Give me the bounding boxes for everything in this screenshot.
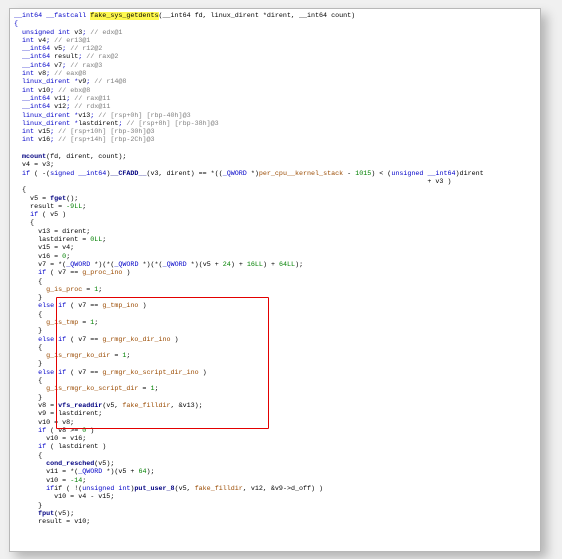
kw: signed __int64 bbox=[50, 170, 106, 178]
txt: *)(*( bbox=[90, 261, 114, 269]
kw: _QWORD bbox=[66, 261, 90, 269]
txt: + v3 ) bbox=[14, 178, 451, 186]
txt: ) < ( bbox=[371, 170, 391, 178]
txt: ) + bbox=[231, 261, 247, 269]
num: 64LL bbox=[279, 261, 295, 269]
txt: ( -( bbox=[30, 170, 50, 178]
kw: _QWORD bbox=[223, 170, 247, 178]
glob: per_cpu__kernel_stack bbox=[259, 170, 343, 178]
txt: (v3, dirent) == *(( bbox=[146, 170, 222, 178]
txt: v8 = bbox=[38, 402, 58, 410]
fn: __CFADD__ bbox=[110, 170, 146, 178]
txt: ) + bbox=[263, 261, 279, 269]
page-root: __int64 __fastcall fake_sys_getdents(__i… bbox=[0, 0, 562, 559]
txt: v11 = *( bbox=[46, 468, 78, 476]
txt: if ( !( bbox=[54, 485, 82, 493]
kw: _QWORD bbox=[114, 261, 138, 269]
txt: , &v13); bbox=[171, 402, 203, 410]
txt: - bbox=[343, 170, 355, 178]
txt: *)(*( bbox=[138, 261, 162, 269]
kw: _QWORD bbox=[78, 468, 102, 476]
kw: if bbox=[46, 485, 54, 493]
func-name-highlight: fake_sys_getdents bbox=[90, 12, 158, 20]
code-wrap: __int64 __fastcall fake_sys_getdents(__i… bbox=[14, 12, 538, 549]
ret-type: __int64 bbox=[14, 12, 42, 20]
decompiled-code: __int64 __fastcall fake_sys_getdents(__i… bbox=[14, 12, 538, 526]
kw: unsigned __int64 bbox=[391, 170, 455, 178]
glob: fake_filldir bbox=[122, 402, 170, 410]
kw: _QWORD bbox=[163, 261, 187, 269]
code-sheet: __int64 __fastcall fake_sys_getdents(__i… bbox=[9, 8, 541, 552]
txt: ); bbox=[295, 261, 303, 269]
txt: *)(v5 + bbox=[102, 468, 138, 476]
num: 1015 bbox=[355, 170, 371, 178]
txt: )dirent bbox=[456, 170, 484, 178]
txt: (v5, bbox=[102, 402, 122, 410]
fn: vfs_readdir bbox=[58, 402, 102, 410]
func-params: (__int64 fd, linux_dirent *dirent, __int… bbox=[159, 12, 356, 20]
txt: ); bbox=[146, 468, 154, 476]
fn: put_user_8 bbox=[134, 485, 174, 493]
txt: (v5, bbox=[175, 485, 195, 493]
kw: unsigned int bbox=[82, 485, 130, 493]
num: 16LL bbox=[247, 261, 263, 269]
txt: *)(v5 + bbox=[187, 261, 223, 269]
txt: *) bbox=[247, 170, 259, 178]
glob: fake_filldir bbox=[195, 485, 243, 493]
txt: v7 = *( bbox=[38, 261, 66, 269]
kw-if: if bbox=[22, 170, 30, 178]
callconv: __fastcall bbox=[46, 12, 86, 20]
txt: , v12, &v9->d_off) ) bbox=[243, 485, 323, 493]
num: 24 bbox=[223, 261, 231, 269]
